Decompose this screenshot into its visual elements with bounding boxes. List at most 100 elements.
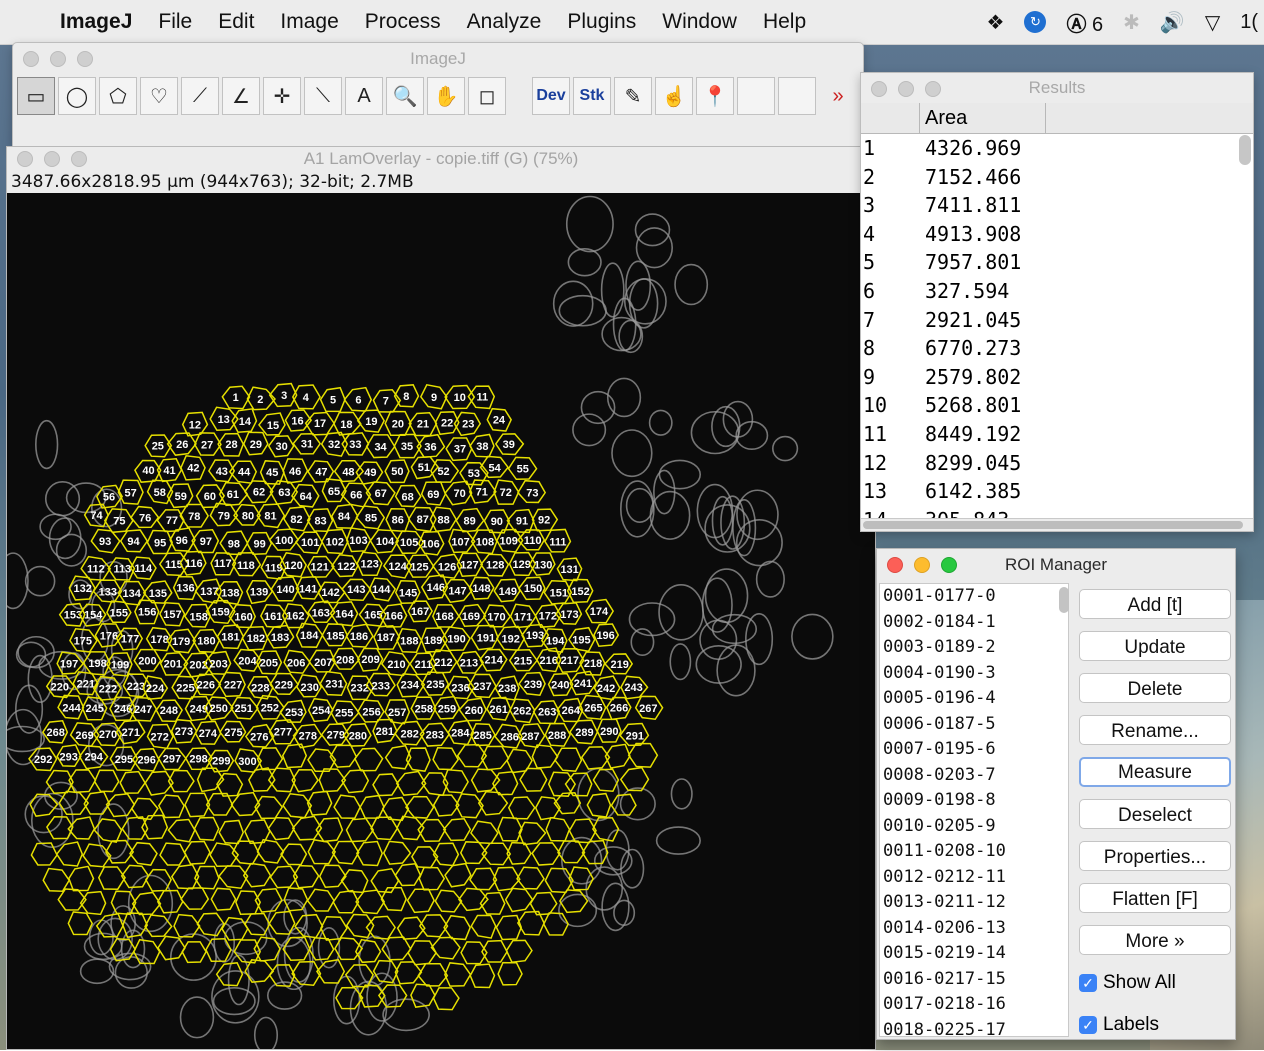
roi-cell[interactable]	[183, 840, 211, 865]
results-row[interactable]: 4 4913.908	[861, 220, 1253, 249]
roi-cell[interactable]: 73	[517, 479, 547, 504]
roi-cell[interactable]	[210, 887, 237, 911]
roi-cell[interactable]: 31	[292, 433, 322, 455]
roi-cell[interactable]: 224	[142, 675, 169, 700]
roi-cell[interactable]	[144, 770, 174, 796]
roi-cell[interactable]: 74	[83, 503, 109, 528]
roi-cell[interactable]: 88	[429, 506, 458, 533]
roi-cell[interactable]: 166	[379, 603, 408, 628]
image-minimize-button[interactable]	[44, 151, 60, 167]
image-canvas[interactable]: 1 2 3 4 5 6 7 8 9 10 11 12 13 14 15 16 17 18 19 20 21 22 23 24 2…	[7, 193, 875, 1049]
roi-cell[interactable]: 8	[393, 384, 420, 408]
roi-cell[interactable]	[221, 916, 249, 941]
roi-cell[interactable]	[267, 816, 296, 841]
roi-cell[interactable]: 125	[405, 554, 435, 578]
roi-deselect-button[interactable]: Deselect	[1079, 799, 1231, 829]
roi-cell[interactable]: 3	[268, 382, 298, 408]
roi-cell[interactable]: 151	[543, 580, 573, 605]
roi-list-item[interactable]: 0007-0195-6	[880, 737, 1068, 763]
roi-list-item[interactable]: 0010-0205-9	[880, 814, 1068, 840]
roi-cell[interactable]: 179	[166, 628, 197, 654]
roi-cell[interactable]: 287	[517, 723, 546, 749]
roi-cell[interactable]: 246	[109, 696, 137, 722]
minimize-button[interactable]	[50, 51, 66, 67]
results-row[interactable]: 11 8449.192	[861, 420, 1253, 449]
roi-cell[interactable]	[268, 964, 296, 988]
roi-cell[interactable]: 143	[341, 578, 372, 602]
image-close-button[interactable]	[17, 151, 33, 167]
roi-cell[interactable]: 10	[444, 384, 476, 410]
roi-cell[interactable]	[121, 816, 149, 840]
roi-cell[interactable]: 254	[307, 697, 334, 723]
roi-cell[interactable]: 133	[92, 579, 123, 603]
roi-cell[interactable]: 112	[80, 555, 112, 581]
roi-cell[interactable]: 118	[231, 551, 262, 577]
roi-cell[interactable]: 226	[193, 673, 222, 696]
roi-cell[interactable]	[244, 959, 275, 983]
roi-cell[interactable]: 261	[486, 696, 512, 721]
roi-cell[interactable]	[242, 862, 272, 888]
roi-list-item[interactable]: 0012-0212-11	[880, 865, 1068, 891]
roi-cell[interactable]	[394, 862, 422, 887]
area-column-header[interactable]: Area	[920, 103, 1046, 133]
roi-cell[interactable]: 231	[319, 670, 348, 697]
roi-cell[interactable]	[159, 842, 187, 866]
roi-update-button[interactable]: Update	[1079, 631, 1231, 661]
roi-cell[interactable]: 202	[183, 652, 214, 678]
roi-cell[interactable]: 50	[384, 459, 410, 484]
roi-cell[interactable]	[68, 865, 95, 892]
roi-cell[interactable]: 239	[518, 671, 546, 696]
roi-cell[interactable]: 275	[219, 720, 247, 743]
roi-cell[interactable]	[105, 839, 135, 864]
roi-list-item[interactable]: 0008-0203-7	[880, 763, 1068, 789]
roi-cell[interactable]: 214	[479, 648, 508, 672]
roi-cell[interactable]: 227	[218, 671, 246, 698]
roi-cell[interactable]: 241	[569, 670, 598, 696]
roi-cell[interactable]: 77	[156, 509, 185, 533]
roi-more-button[interactable]: More »	[1079, 925, 1231, 955]
roi-cell[interactable]	[306, 790, 333, 816]
roi-cell[interactable]	[495, 914, 523, 941]
roi-cell[interactable]	[157, 794, 185, 819]
roi-cell[interactable]: 29	[242, 431, 269, 456]
roi-cell[interactable]: 183	[266, 624, 295, 649]
roi-cell[interactable]	[417, 963, 449, 987]
roi-cell[interactable]	[480, 745, 510, 771]
results-row[interactable]: 8 6770.273	[861, 334, 1253, 363]
roi-cell[interactable]: 123	[356, 551, 383, 577]
roi-cell[interactable]: 298	[184, 747, 214, 771]
stk-menu-button[interactable]: Stk	[573, 77, 611, 115]
roi-cell[interactable]: 188	[396, 627, 423, 653]
roi-cell[interactable]: 157	[159, 601, 186, 627]
roi-cell[interactable]	[318, 864, 347, 889]
roi-cell[interactable]: 159	[205, 599, 236, 625]
roi-cell[interactable]: 190	[441, 626, 471, 652]
roi-cell[interactable]	[580, 746, 611, 770]
roi-cell[interactable]	[30, 842, 58, 866]
roi-titlebar[interactable]: ROI Manager	[877, 549, 1235, 581]
roi-cell[interactable]	[365, 915, 396, 940]
roi-cell[interactable]: 267	[634, 695, 664, 721]
roi-cell[interactable]: 86	[385, 508, 411, 533]
more-tools-icon[interactable]: »	[819, 77, 857, 115]
roi-cell[interactable]: 99	[246, 531, 273, 556]
roi-cell[interactable]	[144, 914, 173, 938]
roi-cell[interactable]	[370, 867, 400, 894]
roi-list-item[interactable]: 0002-0184-1	[880, 610, 1068, 636]
roi-cell[interactable]	[205, 792, 234, 816]
roi-cell[interactable]: 213	[456, 650, 485, 674]
roi-cell[interactable]: 81	[256, 503, 286, 529]
roi-cell[interactable]: 128	[480, 553, 510, 577]
roi-cell[interactable]: 238	[494, 675, 520, 701]
roi-cell[interactable]: 148	[468, 576, 495, 600]
roi-cell[interactable]: 209	[356, 647, 384, 672]
roi-cell[interactable]: 93	[90, 528, 121, 554]
roi-cell[interactable]	[469, 963, 496, 989]
results-hscroll[interactable]	[861, 518, 1253, 531]
roi-cell[interactable]: 71	[468, 479, 497, 504]
image-zoom-button[interactable]	[71, 151, 87, 167]
roi-cell[interactable]: 210	[380, 651, 411, 677]
roi-cell[interactable]: 185	[321, 623, 349, 647]
roi-cell[interactable]	[345, 913, 375, 939]
roi-cell[interactable]: 142	[317, 581, 346, 604]
